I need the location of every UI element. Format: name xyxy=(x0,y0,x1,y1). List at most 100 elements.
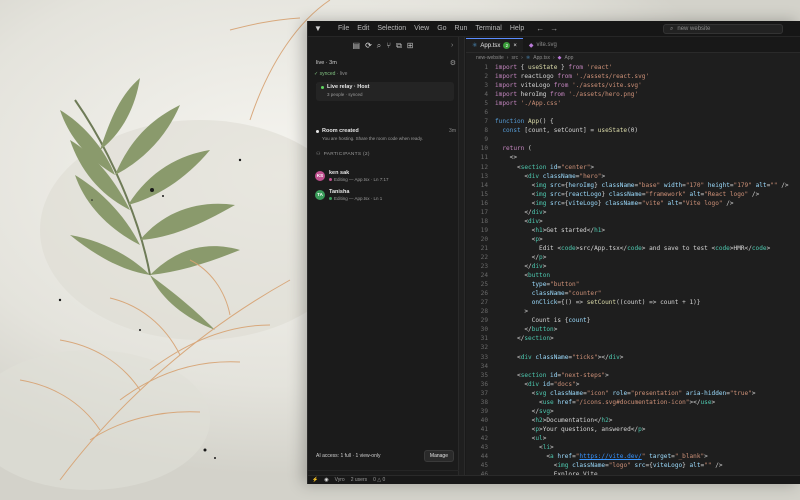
status-item[interactable]: 2 users xyxy=(351,477,367,483)
code-line[interactable]: 9 xyxy=(466,135,800,144)
participant-tanisha[interactable]: TA Tanisha Editing — App.tsx · Ln 1 xyxy=(315,187,455,202)
gear-icon[interactable]: ⚙ xyxy=(450,59,456,67)
code-line[interactable]: 33 <div className="ticks"></div> xyxy=(466,353,800,362)
problems-status[interactable]: 0 △ 0 xyxy=(373,477,385,483)
code-line[interactable]: 27 onClick={() => setCount((count) => co… xyxy=(466,298,800,307)
code-line[interactable]: 4 import heroImg from './assets/hero.png' xyxy=(466,90,800,99)
code-line[interactable]: 17 </div> xyxy=(466,208,800,217)
code-line[interactable]: 11 <> xyxy=(466,153,800,162)
participant-ken-sak[interactable]: KS ken sak Editing — App.tsx · Ln 7:17 xyxy=(315,168,455,183)
menu-help[interactable]: Help xyxy=(506,25,528,32)
command-search-input[interactable]: ⌕ new website xyxy=(663,24,783,34)
menu-file[interactable]: File xyxy=(334,25,353,32)
code-line[interactable]: 24 <button xyxy=(466,271,800,280)
code-text: <h2>Documentation</h2> xyxy=(495,416,613,424)
files-icon[interactable]: ▤ xyxy=(353,41,361,50)
line-number: 28 xyxy=(480,308,488,316)
code-line[interactable]: 14 <img src={heroImg} className="base" w… xyxy=(466,181,800,190)
code-line[interactable]: 35 <section id="next-steps"> xyxy=(466,371,800,380)
code-line[interactable]: 39 </svg> xyxy=(466,407,800,416)
remote-icon[interactable]: ⚡ xyxy=(312,477,318,483)
code-line[interactable]: 22 </p> xyxy=(466,253,800,262)
chevron-right-icon[interactable]: › xyxy=(451,42,453,49)
code-line[interactable]: 7 function App() { xyxy=(466,117,800,126)
search-icon[interactable]: ⌕ xyxy=(377,41,381,51)
code-line[interactable]: 12 <section id="center"> xyxy=(466,163,800,172)
code-line[interactable]: 43 <li> xyxy=(466,443,800,452)
menu-go[interactable]: Go xyxy=(433,25,450,32)
menu-selection[interactable]: Selection xyxy=(373,25,410,32)
breadcrumb-item[interactable]: src xyxy=(511,55,518,61)
code-line[interactable]: 37 <svg className="icon" role="presentat… xyxy=(466,389,800,398)
code-line[interactable]: 25 type="button" xyxy=(466,280,800,289)
code-line[interactable]: 32 xyxy=(466,343,800,352)
online-dot-icon xyxy=(321,85,324,89)
code-text: Edit <code>src/App.tsx</code> and save t… xyxy=(495,244,771,252)
tab-vite-svg[interactable]: ◆ vite.svg xyxy=(523,38,563,52)
line-number: 4 xyxy=(484,91,488,99)
code-line[interactable]: 16 <img src={viteLogo} className="vite" … xyxy=(466,199,800,208)
code-line[interactable]: 31 </section> xyxy=(466,334,800,343)
participant-status: Editing — App.tsx · Ln 1 xyxy=(334,195,383,201)
code-line[interactable]: 45 <img className="logo" src={viteLogo} … xyxy=(466,461,800,470)
line-number: 45 xyxy=(480,462,488,470)
line-number: 17 xyxy=(480,208,488,216)
code-line[interactable]: 18 <div> xyxy=(466,217,800,226)
code-line[interactable]: 20 <p> xyxy=(466,235,800,244)
close-icon[interactable]: × xyxy=(513,43,517,49)
line-number: 2 xyxy=(484,73,488,81)
line-number: 31 xyxy=(480,335,488,343)
forward-arrow-icon[interactable]: → xyxy=(550,24,558,33)
back-arrow-icon[interactable]: ← xyxy=(536,24,544,33)
code-line[interactable]: 23 </div> xyxy=(466,262,800,271)
breadcrumb-item[interactable]: App.tsx xyxy=(533,55,550,61)
code-line[interactable]: 41 <p>Your questions, answered</p> xyxy=(466,425,800,434)
relay-title: Live relay · Host xyxy=(327,84,370,90)
code-line[interactable]: 30 </button> xyxy=(466,325,800,334)
tab-app-tsx[interactable]: ⚛ App.tsx 2 × xyxy=(466,38,523,52)
code-area[interactable]: 1 import { useState } from 'react' 2 import… xyxy=(466,63,800,475)
code-line[interactable]: 19 <h1>Get started</h1> xyxy=(466,226,800,235)
code-line[interactable]: 44 <a href="https://vite.dev/" target="_… xyxy=(466,452,800,461)
manage-button[interactable]: Manage xyxy=(423,449,454,462)
code-line[interactable]: 28 > xyxy=(466,307,800,316)
code-line[interactable]: 42 <ul> xyxy=(466,434,800,443)
code-text: className="counter" xyxy=(531,290,602,298)
menu-edit[interactable]: Edit xyxy=(353,25,373,32)
code-line[interactable]: 15 <img src={reactLogo} className="frame… xyxy=(466,190,800,199)
code-line[interactable]: 38 <use href="/icons.svg#documentation-i… xyxy=(466,398,800,407)
code-text: <button xyxy=(495,272,551,280)
line-number: 22 xyxy=(480,253,488,261)
menu-terminal[interactable]: Terminal xyxy=(471,25,505,32)
breadcrumb-item[interactable]: App xyxy=(565,55,574,61)
code-text: <ul> xyxy=(495,434,547,442)
code-line[interactable]: 40 <h2>Documentation</h2> xyxy=(466,416,800,425)
code-line[interactable]: 21 Edit <code>src/App.tsx</code> and sav… xyxy=(466,244,800,253)
status-item[interactable]: Vyro xyxy=(335,477,345,483)
menu-bar: File Edit Selection View Go Run Terminal… xyxy=(334,25,528,32)
breadcrumb-item[interactable]: new-website xyxy=(476,55,504,61)
menu-view[interactable]: View xyxy=(410,25,433,32)
code-line[interactable]: 5 import './App.css' xyxy=(466,99,800,108)
code-line[interactable]: 3 import viteLogo from './assets/vite.svg… xyxy=(466,81,800,90)
code-line[interactable]: 36 <div id="docs"> xyxy=(466,380,800,389)
code-line[interactable]: 13 <div className="hero"> xyxy=(466,172,800,181)
code-line[interactable]: 10 return ( xyxy=(466,144,800,153)
code-line[interactable]: 8 const [count, setCount] = useState(0) xyxy=(466,126,800,135)
code-line[interactable]: 6 xyxy=(466,108,800,117)
collab-icon[interactable]: ⟳ xyxy=(365,41,372,50)
live-relay-card[interactable]: Live relay · Host 3 people · synced xyxy=(316,82,454,101)
code-line[interactable]: 26 className="counter" xyxy=(466,289,800,298)
code-line[interactable]: 34 xyxy=(466,362,800,371)
code-line[interactable]: 29 Count is {count} xyxy=(466,316,800,325)
code-text: type="button" xyxy=(531,281,580,289)
line-number: 3 xyxy=(484,82,488,90)
code-line[interactable]: 2 import reactLogo from './assets/react.s… xyxy=(466,72,800,81)
menu-run[interactable]: Run xyxy=(451,25,472,32)
layout-icon[interactable]: ⊞ xyxy=(407,41,414,50)
sidebar-toolbar: ▤ ⟳ ⌕ ⑂ ⧉ ⊞ › xyxy=(308,37,458,54)
code-text: import reactLogo from './assets/react.sv… xyxy=(495,73,650,81)
branch-icon[interactable]: ⑂ xyxy=(386,41,391,50)
code-line[interactable]: 1 import { useState } from 'react' xyxy=(466,63,800,72)
extensions-icon[interactable]: ⧉ xyxy=(396,41,402,51)
